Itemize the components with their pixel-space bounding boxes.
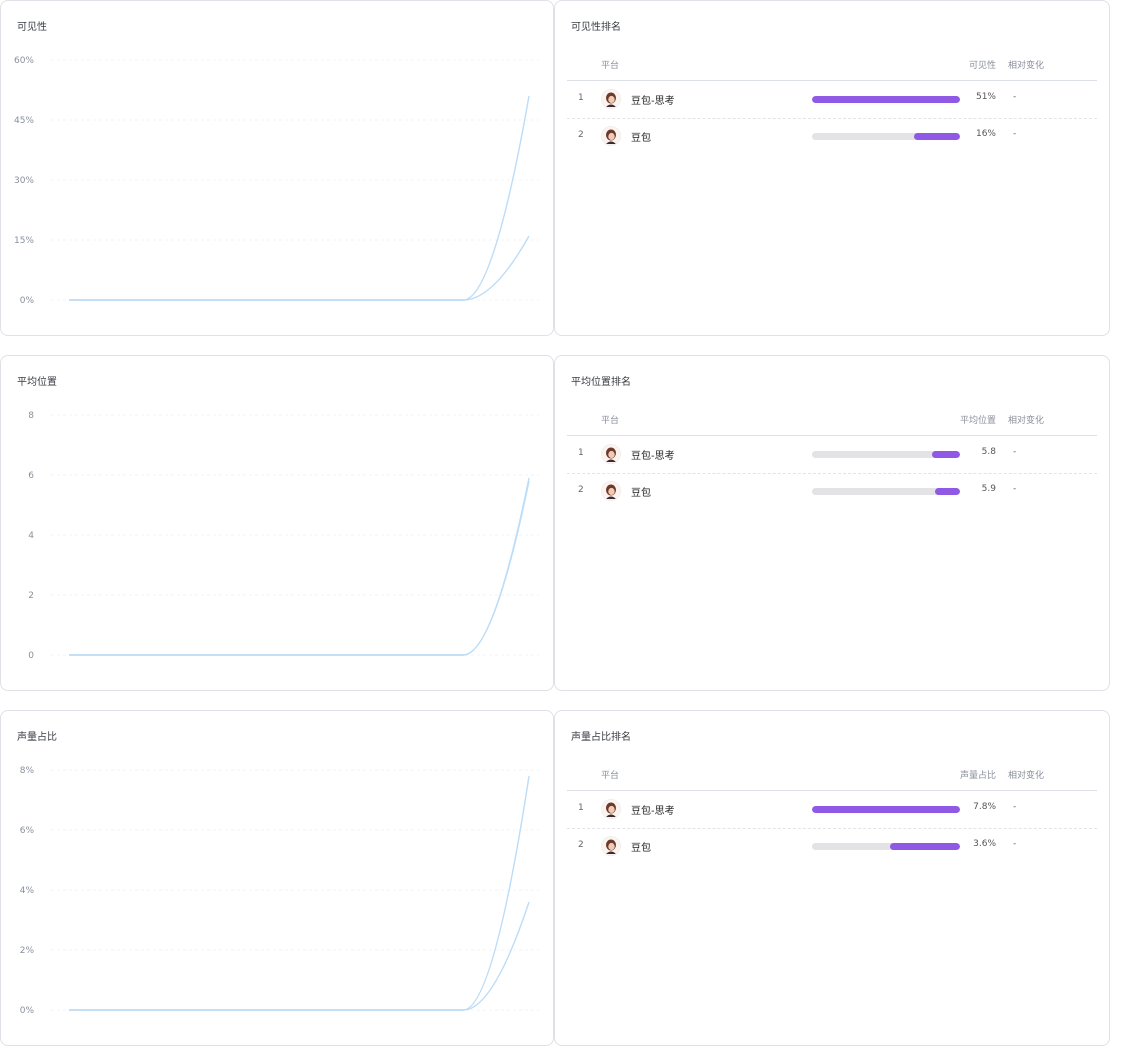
platform-name: 豆包 — [631, 133, 651, 144]
y-tick-label: 2% — [20, 946, 35, 956]
metric-bar-fill — [914, 133, 960, 140]
table-row[interactable]: 2 豆包 3.6% - — [567, 828, 1097, 865]
voice-share-ranking-card: 声量占比排名 平台 声量占比 相对变化 1 豆包-思考 7.8% - 2 豆包 3.6% - — [554, 710, 1110, 1046]
y-tick-label: 2 — [28, 591, 34, 601]
avatar-icon — [601, 481, 621, 501]
series-line-2 — [69, 235, 530, 301]
y-tick-label: 8% — [20, 766, 35, 776]
y-tick-label: 45% — [14, 116, 34, 126]
metric-value: 5.9 — [981, 484, 996, 494]
metric-bar-fill — [812, 96, 960, 103]
avatar-icon — [601, 444, 621, 464]
platform-name: 豆包-思考 — [631, 96, 675, 107]
rank-number: 2 — [578, 840, 584, 850]
table-row[interactable]: 2 豆包 5.9 - — [567, 473, 1097, 510]
header-metric: 可见性 — [968, 61, 996, 71]
y-tick-label: 15% — [14, 236, 34, 246]
metric-bar-track — [812, 806, 960, 813]
platform-name: 豆包-思考 — [631, 806, 675, 817]
platform-name: 豆包 — [631, 843, 651, 854]
series-line-1 — [69, 480, 530, 656]
avatar-icon — [601, 799, 621, 819]
metric-bar-fill — [931, 451, 960, 458]
header-change: 相对变化 — [1008, 61, 1045, 71]
y-tick-label: 8 — [28, 411, 34, 421]
rank-number: 1 — [578, 93, 584, 103]
visibility-chart-card: 可见性 60% 45% 30% 15% 0% — [0, 0, 554, 336]
header-platform: 平台 — [601, 416, 620, 426]
y-tick-label: 0 — [28, 651, 34, 661]
table-row[interactable]: 1 豆包-思考 5.8 - — [567, 436, 1097, 474]
table-row[interactable]: 1 豆包-思考 7.8% - — [567, 791, 1097, 829]
y-tick-label: 0% — [20, 1006, 35, 1016]
relative-change: - — [1013, 484, 1017, 494]
y-tick-label: 4% — [20, 886, 35, 896]
rank-number: 1 — [578, 803, 584, 813]
header-metric: 平均位置 — [959, 416, 996, 426]
metric-bar-track — [812, 488, 960, 495]
rank-number: 1 — [578, 448, 584, 458]
metric-value: 5.8 — [981, 447, 996, 457]
metric-value: 51% — [975, 92, 996, 102]
series-line-2 — [69, 901, 530, 1011]
avatar-icon — [601, 126, 621, 146]
metric-bar-fill — [890, 843, 960, 850]
visibility-ranking-card: 可见性排名 平台 可见性 相对变化 1 豆包-思考 51% - 2 豆包 16% - — [554, 0, 1110, 336]
header-metric: 声量占比 — [959, 771, 996, 781]
rank-number: 2 — [578, 130, 584, 140]
ranking-title: 可见性排名 — [571, 22, 621, 33]
avg-position-line-chart: 8 6 4 2 0 — [28, 411, 539, 661]
header-change: 相对变化 — [1008, 771, 1045, 781]
ranking-title: 声量占比排名 — [571, 732, 631, 743]
metric-value: 3.6% — [973, 839, 996, 849]
y-tick-label: 6% — [20, 826, 35, 836]
relative-change: - — [1013, 802, 1017, 812]
header-platform: 平台 — [601, 61, 620, 71]
y-tick-label: 60% — [14, 56, 34, 66]
metric-bar-track — [812, 96, 960, 103]
header-platform: 平台 — [601, 771, 620, 781]
visibility-line-chart: 60% 45% 30% 15% 0% — [14, 56, 539, 306]
avg-position-chart-card: 平均位置 86420 — [0, 355, 554, 691]
metric-bar-track — [812, 451, 960, 458]
relative-change: - — [1013, 129, 1017, 139]
relative-change: - — [1013, 92, 1017, 102]
series-line-1 — [69, 95, 530, 301]
series-line-2 — [69, 477, 530, 656]
metric-bar-fill — [812, 806, 960, 813]
platform-name: 豆包-思考 — [631, 451, 675, 462]
metric-bar-fill — [934, 488, 960, 495]
metric-bar-track — [812, 133, 960, 140]
y-tick-label: 0% — [20, 296, 35, 306]
series-line-1 — [69, 775, 530, 1011]
rank-number: 2 — [578, 485, 584, 495]
avatar-icon — [601, 89, 621, 109]
table-row[interactable]: 1 豆包-思考 51% - — [567, 81, 1097, 119]
y-tick-label: 4 — [28, 531, 34, 541]
voice-share-line-chart: 8% 6% 4% 2% 0% — [20, 766, 539, 1016]
voice-share-chart-card: 声量占比 8% 6% 4% 2% 0% — [0, 710, 554, 1046]
header-change: 相对变化 — [1008, 416, 1045, 426]
table-row[interactable]: 2 豆包 16% - — [567, 118, 1097, 155]
ranking-title: 平均位置排名 — [571, 377, 631, 388]
avg-position-ranking-card: 平均位置排名 平台 平均位置 相对变化 1 豆包-思考 5.8 - 2 豆包 5.9 - — [554, 355, 1110, 691]
relative-change: - — [1013, 839, 1017, 849]
metric-bar-track — [812, 843, 960, 850]
metric-value: 16% — [975, 129, 996, 139]
avatar-icon — [601, 836, 621, 856]
platform-name: 豆包 — [631, 488, 651, 499]
y-tick-label: 6 — [28, 471, 34, 481]
y-tick-label: 30% — [14, 176, 34, 186]
metric-value: 7.8% — [973, 802, 996, 812]
relative-change: - — [1013, 447, 1017, 457]
